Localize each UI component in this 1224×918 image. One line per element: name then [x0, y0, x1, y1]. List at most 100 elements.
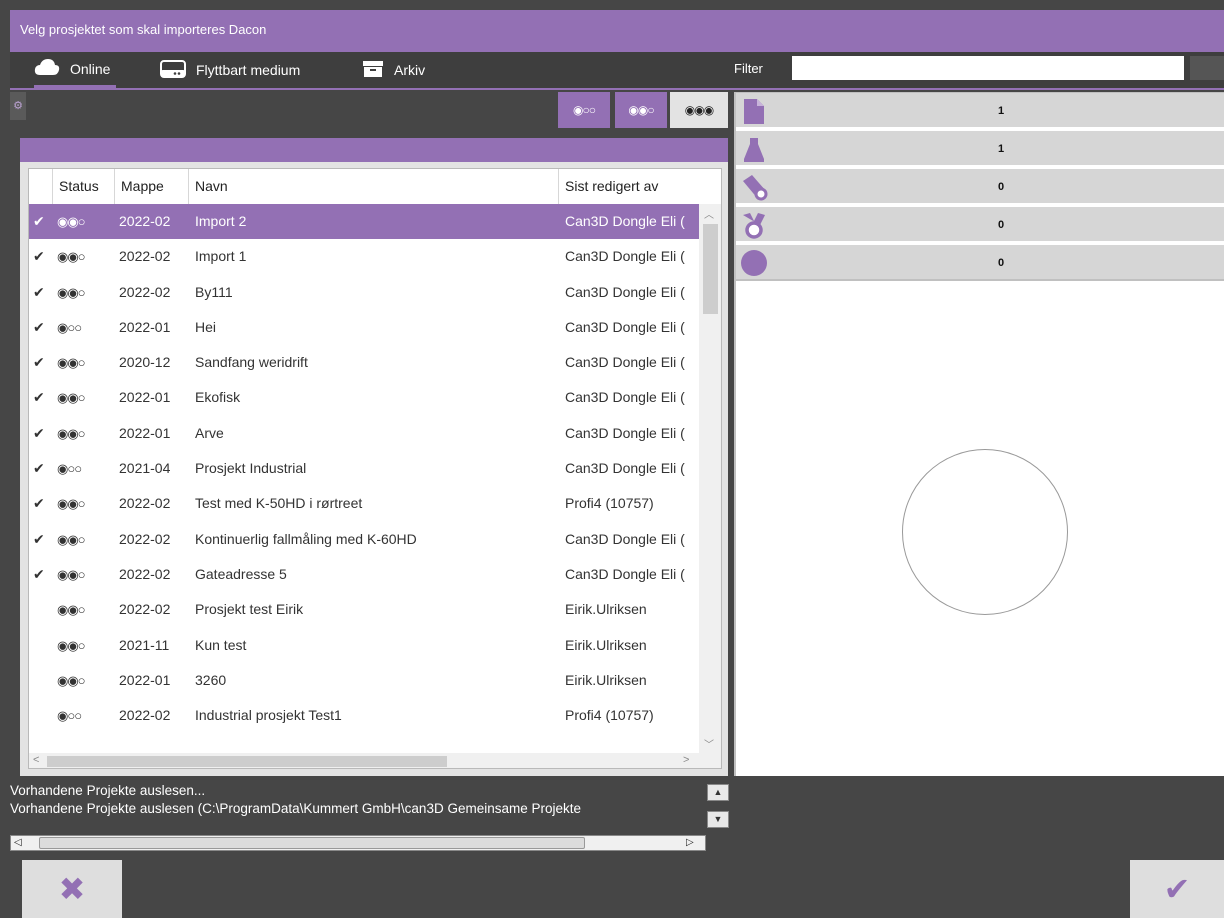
tab-archive[interactable]: Arkiv — [362, 52, 425, 88]
table-row[interactable]: ✔ ◉◉○ 2022-02 Import 1 Can3D Dongle Eli ( — [29, 239, 721, 274]
table-vertical-scroll-thumb[interactable] — [703, 224, 718, 314]
table-row[interactable]: ✔ ◉◉○ 2022-02 Kontinuerlig fallmåling med K… — [29, 522, 721, 557]
scroll-left-icon[interactable]: < — [33, 754, 39, 766]
row-status: ◉○○ — [57, 319, 82, 335]
table-row[interactable]: ✔ ◉○○ 2021-04 Prosjekt Industrial Can3D Dong… — [29, 451, 721, 486]
log-scroll-up-button[interactable]: ▲ — [707, 784, 729, 801]
table-row[interactable]: ✔ ◉◉○ 2022-01 Ekofisk Can3D Dongle Eli ( — [29, 380, 721, 415]
table-row[interactable]: ◉○○ 2022-02 Industrial prosjekt Test1 Profi… — [29, 698, 721, 733]
row-check-mark: ✔ — [33, 389, 45, 406]
triangle-left-icon[interactable]: ◁ — [14, 836, 22, 850]
scroll-right-icon[interactable]: > — [683, 754, 689, 766]
row-name: Industrial prosjekt Test1 — [195, 707, 342, 724]
column-header-status[interactable]: Status — [53, 169, 115, 204]
row-check-mark: ✔ — [33, 565, 45, 582]
view-mode-full-button[interactable]: ◉◉◉ — [670, 92, 728, 128]
table-horizontal-scroll-thumb[interactable] — [47, 756, 447, 767]
column-header-name[interactable]: Navn — [189, 169, 559, 204]
scroll-down-icon[interactable]: ﹀ — [704, 736, 714, 751]
row-editor: Can3D Dongle Eli ( — [565, 565, 685, 582]
row-status: ◉◉○ — [57, 425, 86, 441]
row-folder: 2022-01 — [119, 424, 171, 441]
row-editor: Eirik.Ulriksen — [565, 636, 647, 653]
window-title-bar: Velg prosjektet som skal importeres Daco… — [10, 10, 1224, 52]
row-name: Sandfang weridrift — [195, 354, 308, 371]
row-check-mark: ✔ — [33, 354, 45, 371]
table-row[interactable]: ◉◉○ 2022-02 Prosjekt test Eirik Eirik.Ulrik… — [29, 592, 721, 627]
row-check-mark: ✔ — [33, 530, 45, 547]
row-check-mark: ✔ — [33, 460, 45, 477]
table-row[interactable]: ◉◉○ 2022-01 3260 Eirik.Ulriksen — [29, 663, 721, 698]
row-folder: 2021-04 — [119, 460, 171, 477]
row-name: By111 — [195, 283, 233, 300]
row-status: ◉◉○ — [57, 566, 86, 582]
row-editor: Can3D Dongle Eli ( — [565, 318, 685, 335]
table-row[interactable]: ✔ ◉◉○ 2022-02 By111 Can3D Dongle Eli ( — [29, 275, 721, 310]
row-folder: 2022-02 — [119, 707, 171, 724]
filter-label: Filter — [734, 61, 763, 76]
log-line: Vorhandene Projekte auslesen... — [10, 783, 206, 798]
tab-archive-label: Arkiv — [394, 62, 426, 78]
stat-row-circles: 0 — [736, 245, 1224, 281]
log-horizontal-scrollbar[interactable]: ◁ ▷ — [10, 835, 706, 851]
row-status: ◉◉○ — [57, 637, 86, 653]
row-editor: Profi4 (10757) — [565, 495, 654, 512]
table-row[interactable]: ✔ ◉◉○ 2022-02 Import 2 Can3D Dongle Eli ( — [29, 204, 721, 240]
row-editor: Can3D Dongle Eli ( — [565, 283, 685, 300]
table-row[interactable]: ✔ ◉◉○ 2022-02 Gateadresse 5 Can3D Dongle Eli… — [29, 557, 721, 592]
view-mode-medium-label: ◉◉○ — [628, 103, 654, 117]
triangle-up-icon: ▲ — [713, 787, 723, 797]
list-toolbar: ⚙ ◉○○ ◉◉○ ◉◉◉ — [10, 92, 728, 128]
tab-online[interactable]: Online — [34, 52, 117, 88]
table-row[interactable]: ✔ ◉◉○ 2022-02 Test med K-50HD i rørtreet Pro… — [29, 486, 721, 521]
stat-circles-value: 0 — [997, 257, 1005, 269]
scroll-up-icon[interactable]: ︿ — [704, 206, 714, 221]
row-folder: 2022-02 — [119, 248, 171, 265]
row-status: ◉◉○ — [57, 249, 86, 265]
row-folder: 2022-01 — [119, 389, 171, 406]
preview-circle — [902, 449, 1068, 615]
log-scroll-down-button[interactable]: ▼ — [707, 811, 729, 828]
column-header-check — [29, 169, 53, 204]
row-name: Prosjekt test Eirik — [195, 601, 304, 618]
log-line: Vorhandene Projekte auslesen (C:\Program… — [10, 801, 582, 816]
list-header-band — [20, 138, 728, 162]
tab-removable-media[interactable]: Flyttbart medium — [160, 52, 300, 88]
row-folder: 2022-02 — [119, 283, 171, 300]
table-row[interactable]: ✔ ◉○○ 2022-01 Hei Can3D Dongle Eli ( — [29, 310, 721, 345]
stat-documents-value: 1 — [997, 105, 1005, 117]
log-scroll-thumb[interactable] — [39, 837, 585, 849]
row-name: Kontinuerlig fallmåling med K-60HD — [195, 530, 417, 547]
table-row[interactable]: ✔ ◉◉○ 2020-12 Sandfang weridrift Can3D Dongl… — [29, 345, 721, 380]
row-name: Gateadresse 5 — [195, 565, 287, 582]
triangle-right-icon[interactable]: ▷ — [686, 836, 694, 850]
row-status: ◉◉○ — [57, 602, 86, 618]
filter-input[interactable] — [792, 56, 1184, 80]
row-folder: 2022-01 — [119, 671, 171, 688]
stat-row-pipes: 0 — [736, 169, 1224, 205]
row-folder: 2022-02 — [119, 565, 171, 582]
column-header-folder[interactable]: Mappe — [115, 169, 189, 204]
row-folder: 2022-02 — [119, 213, 171, 229]
cancel-button[interactable]: ✖ — [22, 860, 122, 918]
row-editor: Can3D Dongle Eli ( — [565, 213, 685, 229]
row-status: ◉◉○ — [57, 214, 86, 229]
row-check-mark: ✔ — [33, 248, 45, 265]
filter-clear-button[interactable] — [1190, 56, 1224, 80]
view-mode-medium-button[interactable]: ◉◉○ — [615, 92, 667, 128]
row-folder: 2022-02 — [119, 601, 171, 618]
table-horizontal-scrollbar[interactable]: < > — [29, 753, 721, 768]
view-mode-full-label: ◉◉◉ — [684, 103, 714, 117]
row-status: ◉○○ — [57, 461, 82, 477]
table-row[interactable]: ◉◉○ 2021-11 Kun test Eirik.Ulriksen — [29, 628, 721, 663]
column-header-editor[interactable]: Sist redigert av — [559, 169, 699, 204]
table-row[interactable]: ✔ ◉◉○ 2022-01 Arve Can3D Dongle Eli ( — [29, 416, 721, 451]
table-vertical-scrollbar[interactable]: ︿ ﹀ — [699, 204, 721, 753]
view-mode-basic-button[interactable]: ◉○○ — [558, 92, 610, 128]
row-editor: Eirik.Ulriksen — [565, 671, 647, 688]
stat-junctions-value: 0 — [997, 219, 1005, 231]
row-check-mark: ✔ — [33, 213, 45, 229]
cloud-icon — [34, 58, 60, 79]
confirm-button[interactable]: ✔ — [1130, 860, 1224, 918]
folder-settings-button[interactable]: ⚙ — [10, 92, 26, 120]
